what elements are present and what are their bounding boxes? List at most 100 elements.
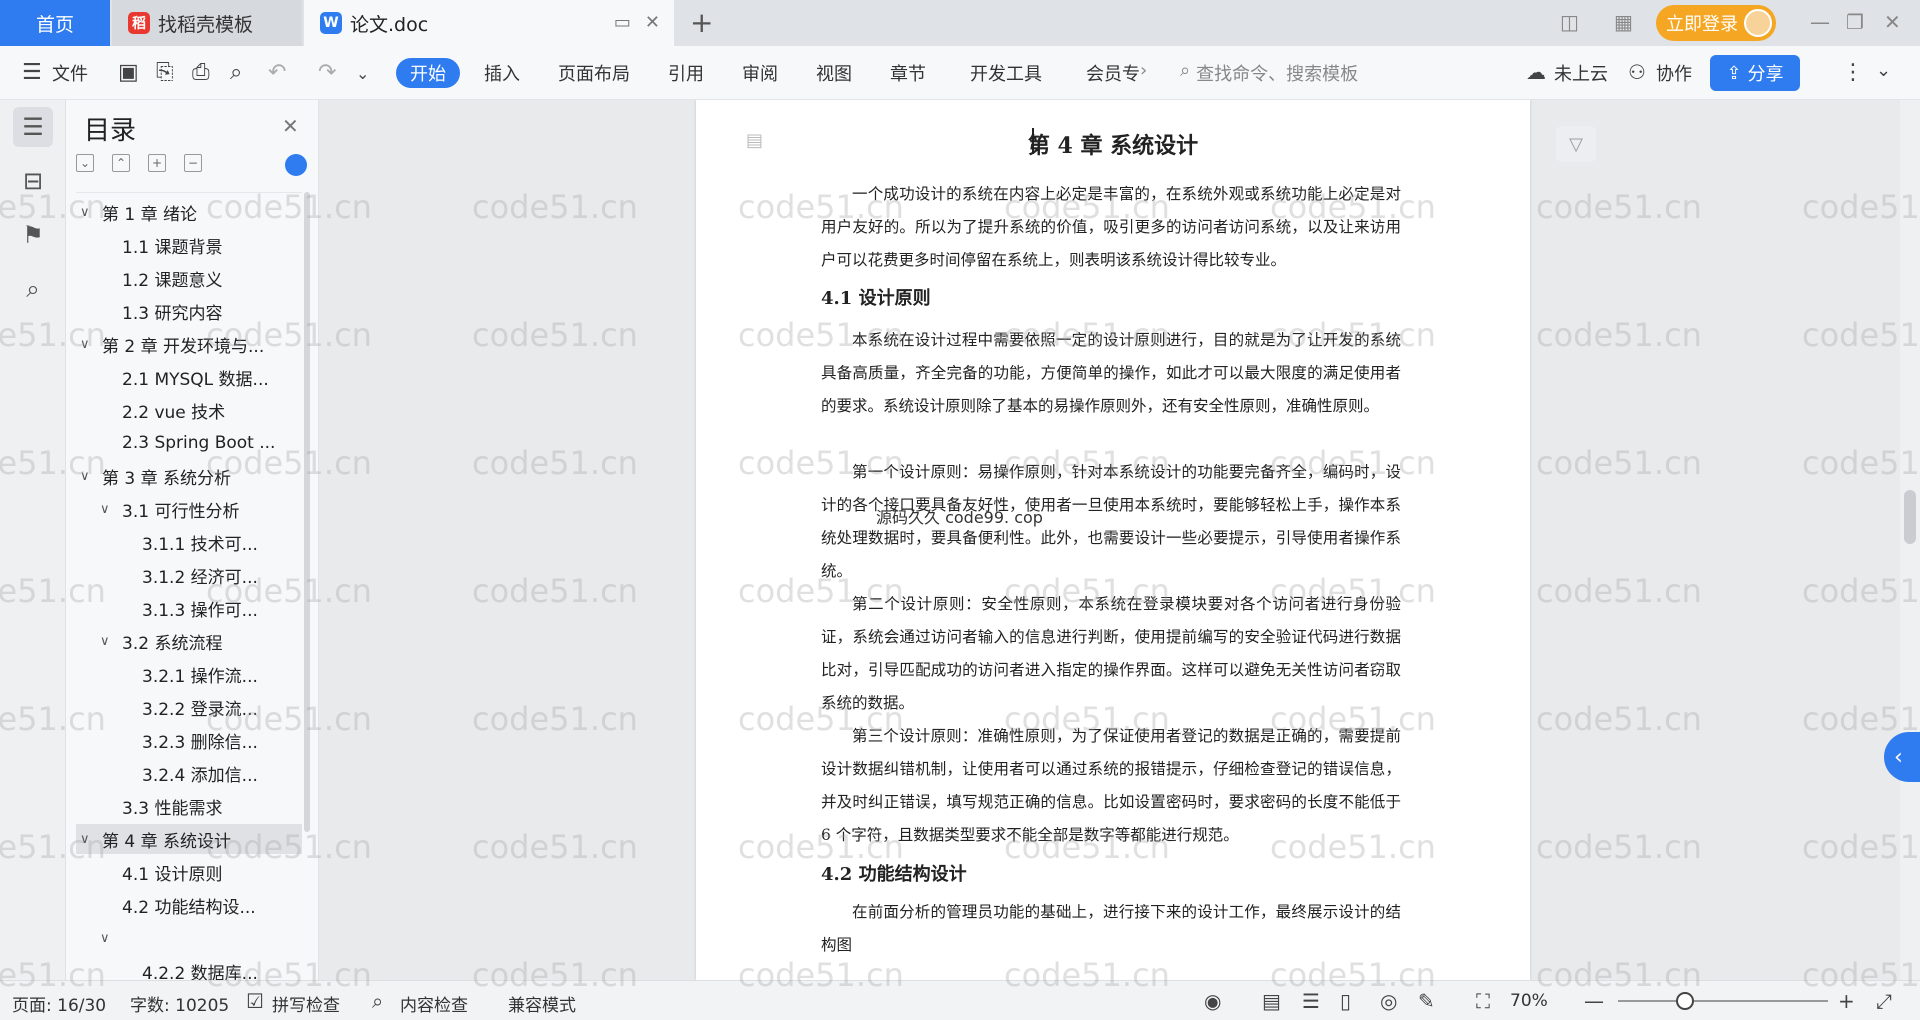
zoom-slider[interactable] bbox=[1618, 1000, 1828, 1002]
toc-item[interactable]: ∨ 第 2 章 开发环境与... bbox=[76, 329, 302, 359]
screen-icon[interactable]: ▭ bbox=[614, 12, 631, 33]
toc-item[interactable]: 3.1.2 经济可... bbox=[76, 560, 302, 590]
menu-insert[interactable]: 插入 bbox=[484, 60, 520, 86]
toc-item[interactable]: 3.2.1 操作流... bbox=[76, 659, 302, 689]
chevron-down-icon[interactable]: ∨ bbox=[100, 931, 122, 946]
print-preview-icon[interactable]: ⌕ bbox=[230, 60, 242, 85]
expand-all-icon[interactable]: ⌄ bbox=[76, 154, 94, 172]
vertical-scrollbar[interactable] bbox=[1900, 100, 1920, 980]
cloud-icon[interactable]: ☁ bbox=[1526, 60, 1546, 84]
layout-icon[interactable]: ◫ bbox=[1560, 10, 1579, 34]
chevron-down-icon[interactable]: ∨ bbox=[80, 469, 102, 484]
tab-home[interactable]: 首页 bbox=[0, 0, 110, 46]
redo-icon[interactable]: ↷ bbox=[318, 60, 336, 85]
fullscreen-icon[interactable]: ⤢ bbox=[1876, 989, 1892, 1013]
document-page[interactable]: ▤ 第 4 章 系统设计 一个成功设计的系统在内容上必定是丰富的，在系统外观或系… bbox=[696, 100, 1530, 980]
menu-view[interactable]: 视图 bbox=[816, 60, 852, 86]
toc-item[interactable]: 3.2.4 添加信... bbox=[76, 758, 302, 788]
command-search[interactable]: ⌕ 查找命令、搜索模板 bbox=[1180, 60, 1358, 86]
export-pdf-icon[interactable]: ⎘ bbox=[156, 60, 174, 85]
find-icon[interactable]: ⌕ bbox=[13, 269, 53, 309]
login-button[interactable]: 立即登录 bbox=[1656, 5, 1776, 41]
toc-item[interactable]: ∨ 第 3 章 系统分析 bbox=[76, 461, 302, 491]
menu-start[interactable]: 开始 bbox=[396, 58, 460, 88]
file-menu[interactable]: 文件 bbox=[52, 60, 88, 86]
chevron-down-icon[interactable]: ∨ bbox=[80, 337, 102, 352]
word-count[interactable]: 字数: 10205 bbox=[130, 991, 229, 1016]
web-view-icon[interactable]: ◎ bbox=[1380, 989, 1397, 1013]
chevron-down-icon[interactable]: ∨ bbox=[80, 205, 102, 220]
toc-item[interactable]: 2.2 vue 技术 bbox=[76, 395, 302, 425]
toc-item[interactable]: ∨ bbox=[76, 923, 302, 953]
pen-icon[interactable]: ✎ bbox=[1418, 989, 1435, 1013]
toc-item[interactable]: ∨ 第 4 章 系统设计 bbox=[76, 824, 302, 854]
content-check-button[interactable]: 内容检查 bbox=[400, 991, 468, 1016]
eye-protect-icon[interactable]: ◉ bbox=[1204, 989, 1221, 1013]
toc-item[interactable]: ∨ 3.1 可行性分析 bbox=[76, 494, 302, 524]
more-dropdown-icon[interactable]: ⌄ bbox=[356, 64, 369, 83]
menu-developer[interactable]: 开发工具 bbox=[970, 60, 1042, 86]
toc-item[interactable]: ∨ 3.2 系统流程 bbox=[76, 626, 302, 656]
close-icon[interactable]: ✕ bbox=[282, 114, 299, 138]
page-count[interactable]: 页面: 16/30 bbox=[12, 991, 106, 1016]
chevron-down-icon[interactable]: ∨ bbox=[100, 502, 122, 517]
outline-view-icon[interactable]: ☰ bbox=[1302, 989, 1320, 1013]
collapse-all-icon[interactable]: ⌃ bbox=[112, 154, 130, 172]
print-icon[interactable]: ⎙ bbox=[192, 60, 210, 85]
menu-icon[interactable]: ☰ bbox=[22, 60, 42, 85]
spellcheck-button[interactable]: 拼写检查 bbox=[272, 991, 340, 1016]
toc-item[interactable]: 1.1 课题背景 bbox=[76, 230, 302, 260]
close-tab-icon[interactable]: ✕ bbox=[645, 12, 660, 33]
zoom-level[interactable]: 70% bbox=[1510, 991, 1548, 1011]
restore-icon[interactable]: ❐ bbox=[1846, 10, 1864, 34]
outline-icon[interactable]: ☰ bbox=[13, 107, 53, 147]
chevron-down-icon[interactable]: ∨ bbox=[80, 832, 102, 847]
toc-item[interactable]: 3.3 性能需求 bbox=[76, 791, 302, 821]
tab-template[interactable]: 稻 找稻壳模板 bbox=[112, 0, 302, 46]
undo-icon[interactable]: ↶ bbox=[268, 60, 286, 85]
cloud-status[interactable]: 未上云 bbox=[1554, 60, 1608, 86]
ai-assistant-icon[interactable] bbox=[285, 154, 307, 176]
menu-member[interactable]: 会员专 bbox=[1086, 60, 1140, 86]
new-tab-icon[interactable]: + bbox=[690, 6, 713, 39]
toc-item[interactable]: 4.2 功能结构设... bbox=[76, 890, 302, 920]
collab-user-icon[interactable]: ⚇ bbox=[1628, 60, 1646, 84]
toc-item[interactable]: 4.2.2 数据库... bbox=[76, 956, 302, 981]
toc-item[interactable]: 2.1 MYSQL 数据... bbox=[76, 362, 302, 392]
toc-item[interactable]: ∨ 第 1 章 绪论 bbox=[76, 197, 302, 227]
close-window-icon[interactable]: ✕ bbox=[1884, 10, 1901, 34]
nav-tree-icon[interactable]: ⊟ bbox=[13, 161, 53, 201]
share-button[interactable]: ⇪ 分享 bbox=[1710, 55, 1800, 91]
menu-page-layout[interactable]: 页面布局 bbox=[558, 60, 630, 86]
reading-view-icon[interactable]: ▯ bbox=[1340, 989, 1351, 1013]
toc-item[interactable]: 1.3 研究内容 bbox=[76, 296, 302, 326]
toc-item[interactable]: 4.1 设计原则 bbox=[76, 857, 302, 887]
toc-item[interactable]: 3.2.2 登录流... bbox=[76, 692, 302, 722]
menu-chapter[interactable]: 章节 bbox=[890, 60, 926, 86]
zoom-out-icon[interactable]: — bbox=[1584, 989, 1604, 1013]
content-check-icon[interactable]: ⌕ bbox=[372, 989, 383, 1013]
filter-collapse-icon[interactable]: ▽ bbox=[1556, 126, 1596, 162]
toc-item[interactable]: 3.1.3 操作可... bbox=[76, 593, 302, 623]
fit-page-icon[interactable]: ⛶ bbox=[1476, 989, 1490, 1013]
toc-item[interactable]: 1.2 课题意义 bbox=[76, 263, 302, 293]
collab-button[interactable]: 协作 bbox=[1656, 60, 1692, 86]
toc-item[interactable]: 3.2.3 删除信... bbox=[76, 725, 302, 755]
menu-scroll-right-icon[interactable]: › bbox=[1140, 60, 1147, 81]
chevron-down-icon[interactable]: ∨ bbox=[100, 634, 122, 649]
zoom-in-icon[interactable]: + bbox=[1838, 989, 1855, 1013]
scrollbar-thumb[interactable] bbox=[1904, 490, 1916, 544]
spellcheck-icon[interactable]: ☑ bbox=[246, 989, 264, 1013]
minimize-icon[interactable]: — bbox=[1810, 10, 1830, 34]
toc-scrollbar[interactable] bbox=[304, 192, 310, 832]
tab-document[interactable]: W 论文.doc ▭ ✕ bbox=[304, 0, 674, 46]
page-view-icon[interactable]: ▤ bbox=[1262, 989, 1281, 1013]
save-icon[interactable]: ▣ bbox=[118, 60, 139, 85]
add-heading-icon[interactable]: + bbox=[148, 154, 166, 172]
toc-item[interactable]: 3.1.1 技术可... bbox=[76, 527, 302, 557]
bookmark-icon[interactable]: ⚑ bbox=[13, 215, 53, 255]
menu-references[interactable]: 引用 bbox=[668, 60, 704, 86]
menu-review[interactable]: 审阅 bbox=[742, 60, 778, 86]
more-options-icon[interactable]: ⋮ bbox=[1842, 60, 1864, 85]
zoom-slider-handle[interactable] bbox=[1676, 992, 1694, 1010]
